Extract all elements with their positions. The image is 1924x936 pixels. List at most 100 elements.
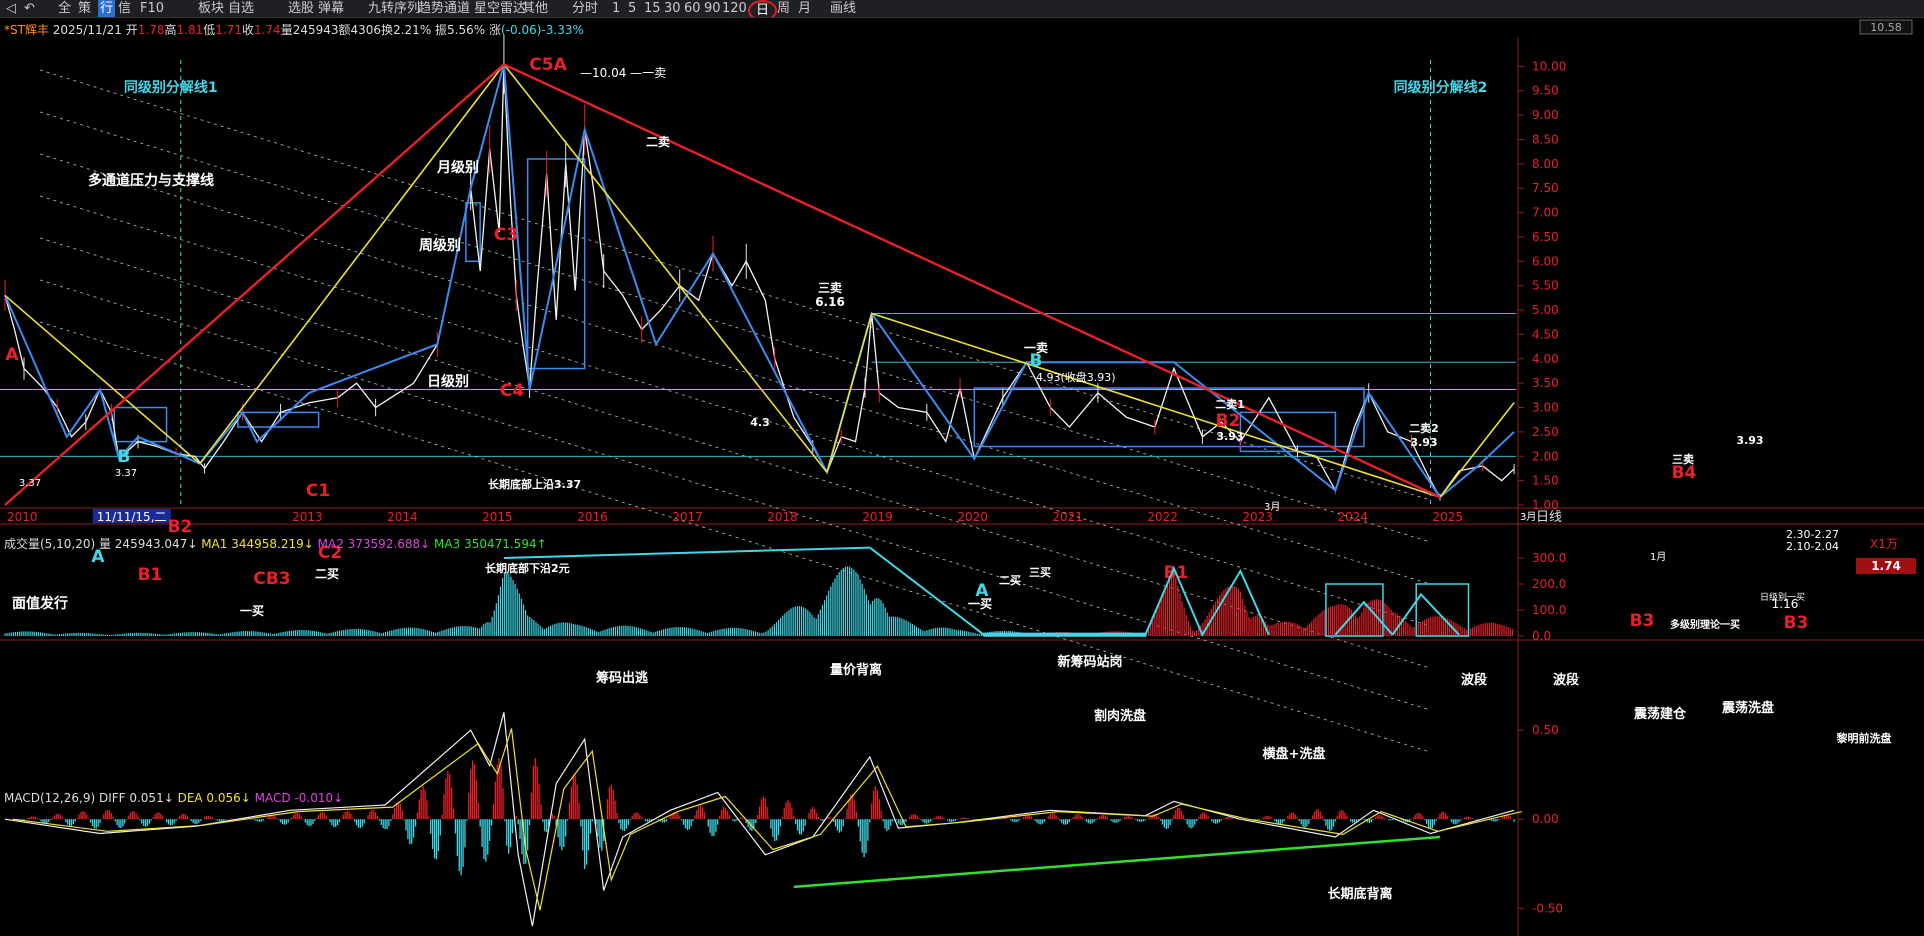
toolbar-item-1[interactable]: 策 [78,0,91,17]
label-337b: 3.37 [115,468,137,479]
macd-title: MACD(12,26,9) DIFF 0.051↓ DEA 0.056↓ MAC… [4,791,343,805]
price-tick-label-5: 3.50 [1532,376,1559,390]
label-month-buy: 日级别一买 [1760,591,1805,603]
marker-B2-180: B2 [168,517,193,537]
header-part-0: *ST辉丰 [4,23,49,37]
macd-tick-0: 0.50 [1532,723,1559,737]
stock-chart: *ST辉丰 2025/11/21 开1.78高1.81低1.71收1.74量24… [0,19,1924,936]
vol-ann-chipout: 筹码出逃 [596,670,649,686]
toolbar-item-18[interactable]: 60 [684,0,701,17]
toolbar-item-4[interactable]: F10 [140,0,164,17]
toolbar-item-7[interactable]: 选股 [288,0,314,17]
price-tick-label-10: 6.00 [1532,254,1559,268]
vol-ann-wave2: 波段 [1553,672,1579,688]
marker-B4-1684: B4 [1672,463,1697,483]
toolbar-item-10[interactable]: 趋势通道 [418,0,470,17]
date-tick-3: 2014 [387,510,418,524]
date-tick-0: 2010 [7,510,38,524]
price-tick-label-3: 2.50 [1532,425,1559,439]
header-part-11: 245943 [293,23,339,37]
label-393c: 3.93 [1736,434,1763,447]
marker-C3-506: C3 [494,225,518,245]
vol-tick-1: 200.0 [1532,577,1566,591]
price-tick-label-13: 7.50 [1532,181,1559,195]
toolbar-item-15[interactable]: 5 [628,0,636,17]
toolbar-item-19[interactable]: 90 [704,0,721,17]
price-tick-label-12: 7.00 [1532,206,1559,220]
toolbar-item-0[interactable]: 全 [58,0,71,17]
toolbar-item-2[interactable]: 行 [98,0,116,17]
header-part-14: 换 [381,23,393,37]
toolbar-item-20[interactable]: 120 [722,0,747,17]
header-part-10: 量 [281,23,293,37]
marker-B-1036: B [1030,351,1043,371]
current-price-label: 1.74 [1871,559,1901,573]
toolbar-item-13[interactable]: 分时 [572,0,598,17]
vol-ann-divergence: 量价背离 [830,662,882,678]
toolbar-item-9[interactable]: 九转序列 [368,0,420,17]
toolbar-item-21[interactable]: 日 [748,0,778,17]
price-tick-label-18: 10.00 [1532,59,1566,73]
label-weekly: 周级别 [419,237,461,254]
marker-B3-1796: B3 [1784,613,1809,633]
toolbar-item-8[interactable]: 弹幕 [318,0,344,17]
toolbar-item-12[interactable]: 其他 [522,0,548,17]
macd-title-part-1: DIFF 0.051↓ [99,791,178,805]
toolbar-item-3[interactable]: 信 [118,0,131,17]
header-part-9: 1.74 [254,23,281,37]
label-sell2-1: 二卖1 [1215,397,1245,411]
price-tick-label-16: 9.00 [1532,108,1559,122]
label-sell2-2: 二卖2 [1409,421,1439,435]
macd-title-part-3: MACD -0.010↓ [255,791,344,805]
label-393b: 3.93 [1410,436,1437,449]
macd-title-part-2: DEA 0.056↓ [178,791,255,805]
vol-ann-flatwash: 横盘+洗盘 [1263,746,1326,762]
label-337a: 3.37 [19,478,41,489]
label-peak-price: —10.04 —一卖 [580,66,666,80]
header-line: *ST辉丰 2025/11/21 开1.78高1.81低1.71收1.74量24… [4,22,584,37]
date-tick-1: 11/11/15,二 [97,510,167,524]
toolbar-item-6[interactable]: 自选 [228,0,254,17]
vol-ann-shake: 震荡洗盘 [1721,700,1774,716]
toolbar-item-14[interactable]: 1 [612,0,620,17]
label-lower-bottom: 长期底部下沿2元 [485,561,570,575]
header-part-15: 2.21% [393,23,431,37]
label-3m-a: 3月 [1520,511,1536,523]
toolbar-item-5[interactable]: 板块 [198,0,224,17]
toolbar-item-16[interactable]: 15 [644,0,661,17]
date-tick-9: 2020 [957,510,988,524]
toolbar-item-22[interactable]: 周 [777,0,790,17]
price-tick-label-9: 5.50 [1532,279,1559,293]
label-1m: 1月 [1650,551,1666,563]
toolbar-item-17[interactable]: 30 [664,0,681,17]
marker-B3-1642: B3 [1630,611,1655,631]
header-part-3: 1.78 [138,23,165,37]
label-buy3: 三买 [1029,566,1051,579]
vol-ann-wash: 割肉洗盘 [1094,708,1146,724]
label-split-1: 同级别分解线1 [124,79,218,96]
date-tick-4: 2015 [482,510,513,524]
header-part-17: 5.56% [447,23,485,37]
price-tick-label-11: 6.50 [1532,230,1559,244]
date-tick-2: 2013 [292,510,323,524]
toolbar-item-11[interactable]: 星空雷达 [474,0,526,17]
label-sell2: 二卖 [646,134,670,149]
toolbar: 全策行信 F10 板块 自选 选股 弹幕 九转序列 趋势通道 星空雷达 其他 分时 1 5 15 30 60 9… [0,0,1924,18]
price-tick-label-17: 9.50 [1532,84,1559,98]
label-upper-bottom: 长期底部上沿3.37 [488,477,581,491]
vol-tick-0: 300.0 [1532,551,1566,565]
vol-tick-2: 100.0 [1532,603,1566,617]
period-label: 日线 [1536,510,1562,525]
toolbar-item-23[interactable]: 月 [798,0,811,17]
marker-C4-512: C4 [500,381,524,401]
label-ipo: 面值发行 [12,595,68,612]
macd-annotation: 长期底背离 [1327,886,1392,902]
undo-icon[interactable]: ↶ [24,0,35,17]
label-multi: 多级别理论一买 [1670,618,1740,631]
label-3m-b: 3月 [1264,501,1280,513]
marker-CB3-272: CB3 [253,569,290,589]
vol-ann-wave1: 波段 [1461,672,1487,688]
back-icon[interactable]: ◁ [6,0,16,17]
marker-B1-150: B1 [138,565,163,585]
toolbar-item-24[interactable]: 画线 [830,0,856,17]
